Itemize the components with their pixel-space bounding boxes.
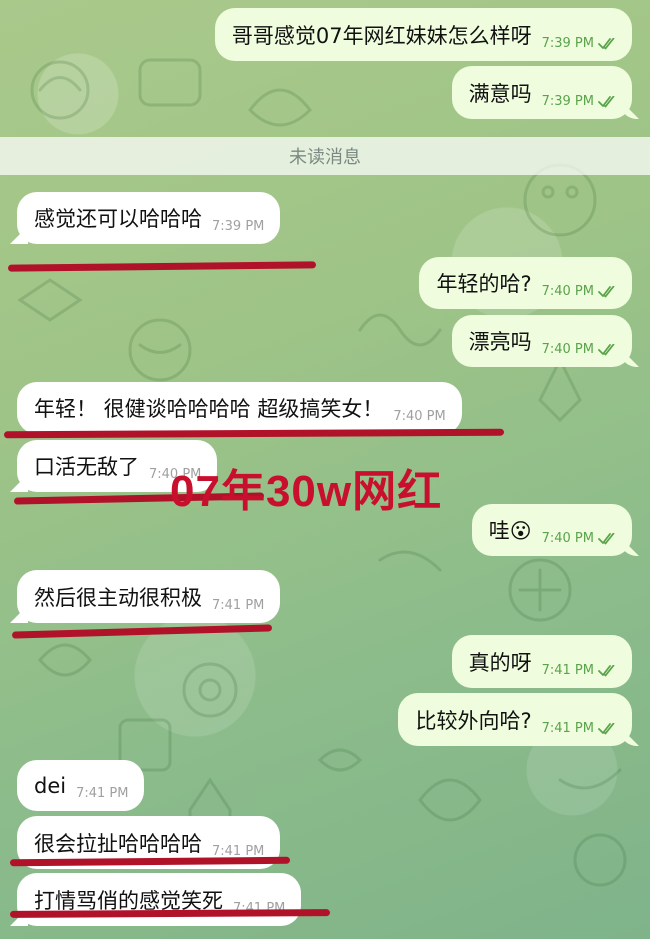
- message-time: 7:40 PM: [541, 531, 594, 546]
- double-check-icon: [598, 343, 615, 355]
- incoming-message-bubble[interactable]: dei 7:41 PM: [17, 760, 145, 811]
- outgoing-message-bubble[interactable]: 漂亮吗 7:40 PM: [451, 315, 632, 367]
- message-text: 然后很主动很积极: [34, 586, 202, 610]
- incoming-message-bubble[interactable]: 年轻！ 很健谈哈哈哈哈 超级搞笑女！ 7:40 PM: [17, 382, 462, 434]
- message-meta: 7:39 PM: [212, 219, 264, 234]
- incoming-message-bubble[interactable]: 然后很主动很积极 7:41 PM: [17, 570, 281, 623]
- message-time: 7:40 PM: [541, 342, 594, 357]
- message-time: 7:39 PM: [541, 36, 594, 51]
- double-check-icon: [598, 722, 615, 734]
- message-meta: 7:40 PM: [542, 284, 616, 299]
- message-time: 7:39 PM: [212, 219, 265, 234]
- message-meta: 7:39 PM: [542, 36, 616, 51]
- outgoing-message-bubble[interactable]: 哇😮 7:40 PM: [471, 504, 632, 556]
- unread-label: 未读消息: [289, 147, 361, 168]
- outgoing-message-bubble[interactable]: 比较外向哈? 7:41 PM: [398, 693, 632, 746]
- highlight-underline: [7, 261, 317, 272]
- message-text: 很会拉扯哈哈哈哈: [34, 832, 202, 856]
- message-time: 7:40 PM: [393, 409, 446, 424]
- message-text: 口活无敌了: [34, 455, 139, 479]
- message-time: 7:40 PM: [541, 284, 594, 299]
- outgoing-message-bubble[interactable]: 满意吗 7:39 PM: [451, 66, 632, 119]
- message-text: 真的呀: [468, 651, 532, 675]
- message-text: 漂亮吗: [468, 330, 532, 354]
- message-time: 7:39 PM: [541, 94, 594, 109]
- message-time: 7:41 PM: [541, 721, 594, 736]
- double-check-icon: [598, 532, 615, 544]
- message-time: 7:41 PM: [76, 786, 129, 801]
- double-check-icon: [598, 95, 615, 107]
- incoming-message-bubble[interactable]: 打情骂俏的感觉笑死 7:41 PM: [17, 873, 302, 926]
- message-meta: 7:41 PM: [76, 786, 128, 801]
- message-text: 比较外向哈?: [415, 709, 532, 733]
- outgoing-message-bubble[interactable]: 年轻的哈? 7:40 PM: [419, 257, 632, 309]
- message-time: 7:41 PM: [212, 598, 265, 613]
- message-meta: 7:41 PM: [542, 721, 616, 736]
- outgoing-message-bubble[interactable]: 哥哥感觉07年网红妹妹怎么样呀 7:39 PM: [214, 8, 632, 61]
- double-check-icon: [598, 664, 615, 676]
- message-meta: 7:41 PM: [212, 598, 264, 613]
- message-text: dei: [34, 774, 67, 798]
- message-text: 年轻的哈?: [436, 272, 532, 296]
- message-text: 年轻！ 很健谈哈哈哈哈 超级搞笑女！: [34, 397, 384, 421]
- message-time: 7:41 PM: [541, 663, 594, 678]
- message-text: 感觉还可以哈哈哈: [34, 207, 202, 231]
- unread-messages-divider: 未读消息: [0, 137, 650, 175]
- message-text: 哥哥感觉07年网红妹妹怎么样呀: [231, 24, 532, 48]
- message-meta: 7:41 PM: [542, 663, 616, 678]
- double-check-icon: [598, 37, 615, 49]
- message-meta: 7:40 PM: [542, 342, 616, 357]
- highlight-underline: [11, 624, 273, 639]
- outgoing-message-bubble[interactable]: 真的呀 7:41 PM: [451, 635, 632, 688]
- highlight-underline: [3, 428, 505, 439]
- message-text: 哇😮: [488, 519, 532, 543]
- message-meta: 7:40 PM: [542, 531, 616, 546]
- incoming-message-bubble[interactable]: 感觉还可以哈哈哈 7:39 PM: [17, 192, 281, 244]
- message-meta: 7:39 PM: [542, 94, 616, 109]
- message-text: 满意吗: [468, 82, 532, 106]
- message-meta: 7:40 PM: [393, 409, 445, 424]
- double-check-icon: [598, 285, 615, 297]
- overlay-annotation-text: 07年30w网红: [170, 467, 443, 516]
